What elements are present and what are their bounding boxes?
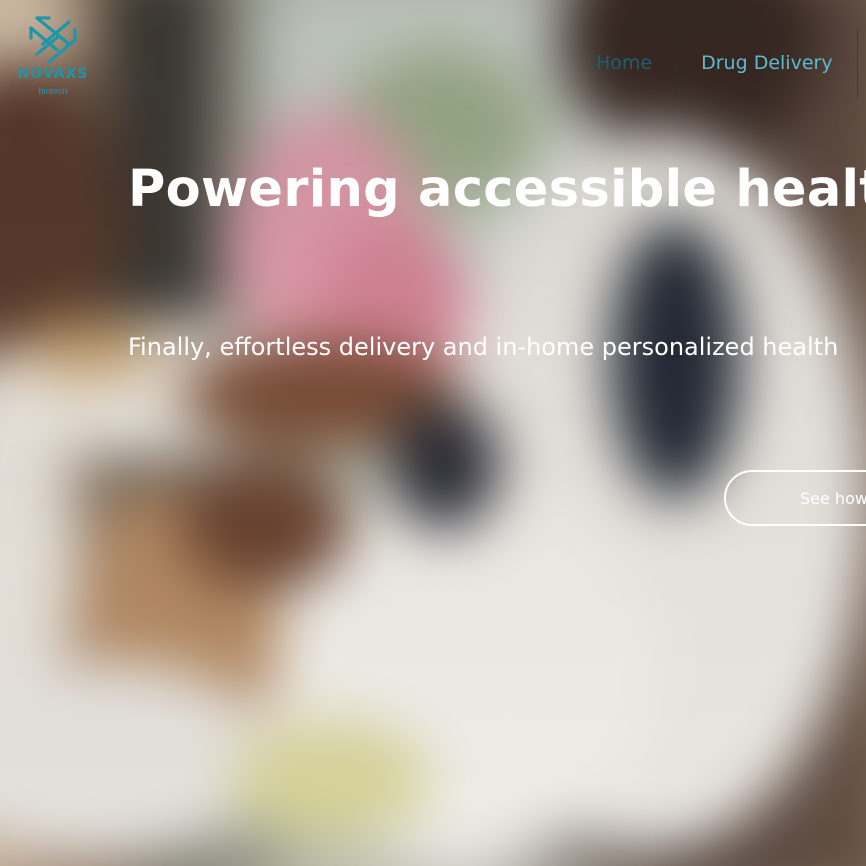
see-how-button[interactable]: See how [724, 470, 866, 526]
crossed-arrows-logo-icon [29, 16, 77, 64]
main-nav: Home Drug Delivery [560, 28, 858, 98]
brand-tagline: biotech [38, 86, 68, 96]
brand-logo[interactable]: NOVAXS biotech [14, 14, 92, 98]
nav-item-drug-delivery[interactable]: Drug Delivery [677, 28, 856, 98]
nav-divider [856, 28, 858, 98]
brand-name: NOVAXS [17, 66, 89, 82]
hero-overlay [0, 0, 866, 866]
nav-item-home[interactable]: Home [560, 28, 676, 98]
hero-subheadline: Finally, effortless delivery and in-home… [128, 333, 839, 361]
hero-section: NOVAXS biotech Home Drug Delivery Poweri… [0, 0, 866, 866]
hero-headline: Powering accessible healthcare [128, 160, 866, 219]
